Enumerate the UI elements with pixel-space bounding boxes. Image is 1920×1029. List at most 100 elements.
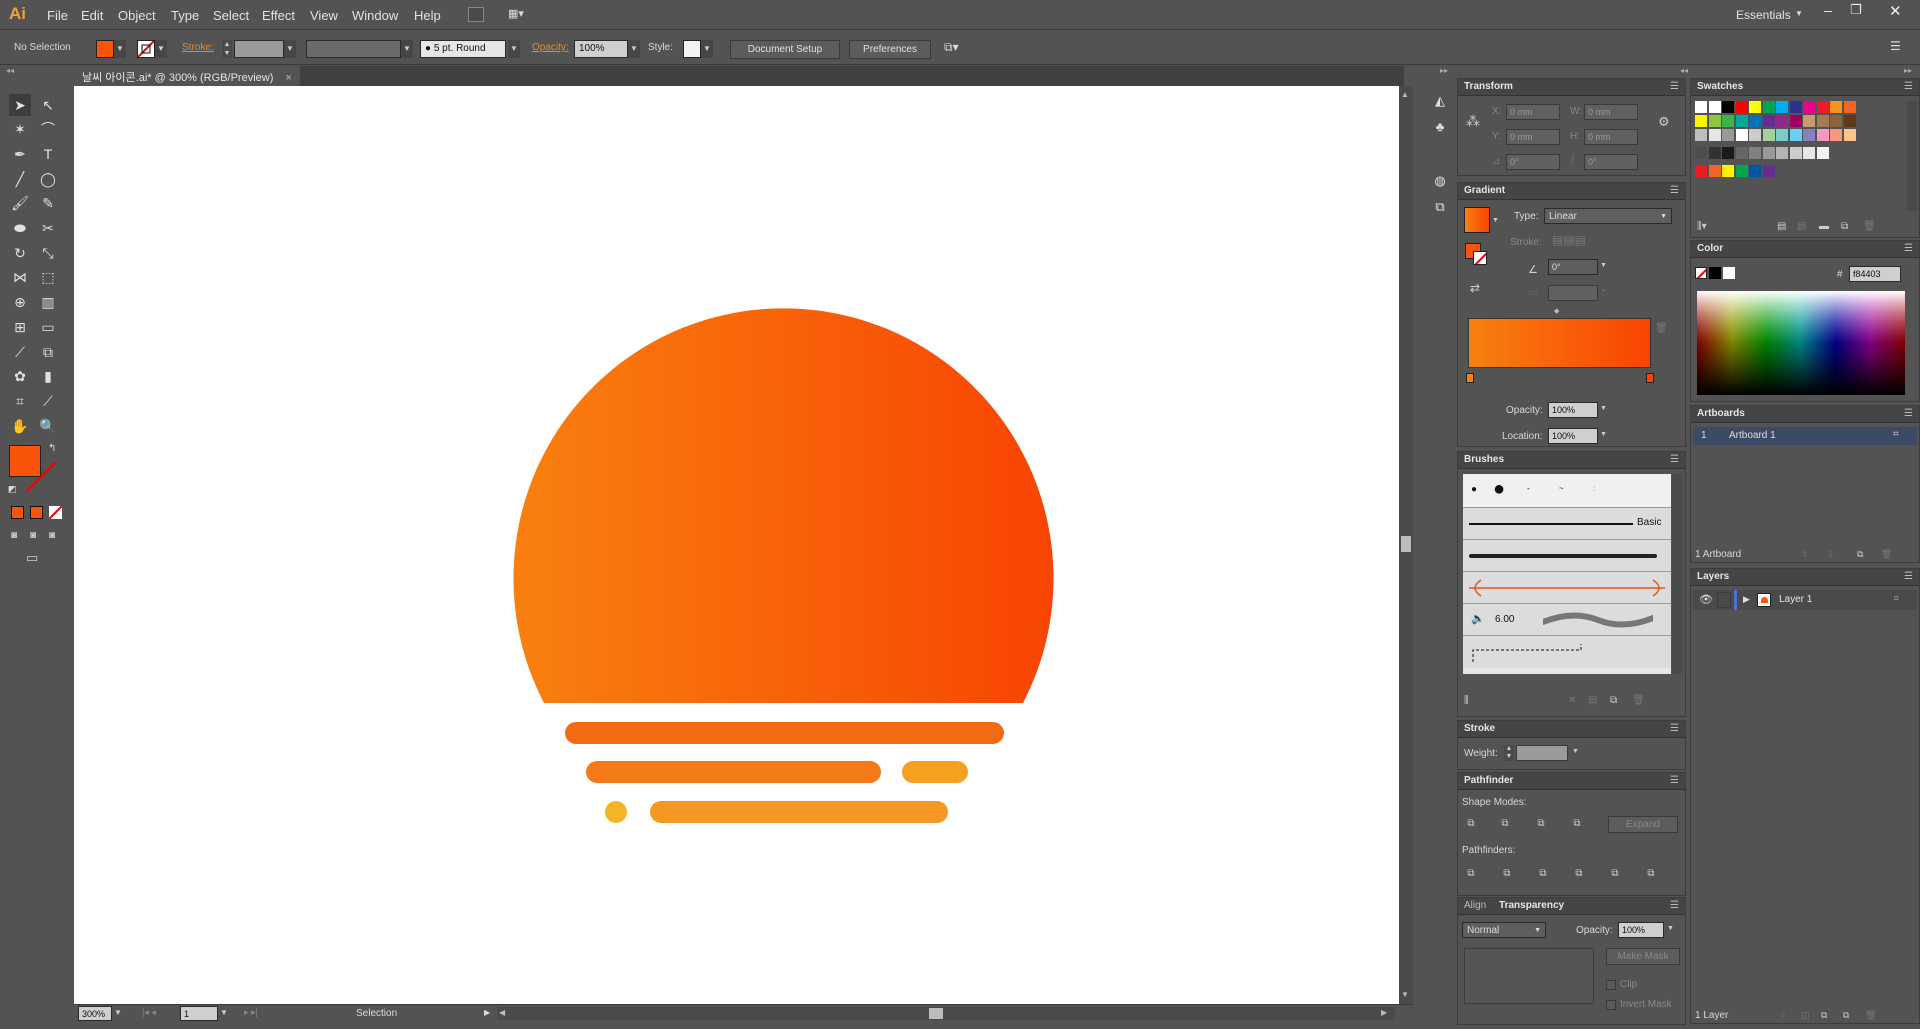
transparency-opacity-field[interactable]: 100% [1618, 922, 1664, 938]
swatch-cell[interactable] [1843, 101, 1856, 113]
symbols-icon[interactable]: ♣ [1429, 116, 1451, 138]
swatches-scrollbar[interactable] [1907, 101, 1917, 211]
swatch-cell[interactable] [1762, 101, 1775, 113]
horizon-bar-1[interactable] [565, 722, 1004, 744]
mask-thumbnail[interactable] [1464, 948, 1594, 1004]
swatch-cell[interactable] [1762, 115, 1775, 127]
swatch-cell[interactable] [1803, 101, 1815, 113]
swatch-cell[interactable] [1708, 101, 1721, 113]
color-black-icon[interactable] [1709, 267, 1721, 279]
swatch-cell[interactable] [1722, 101, 1734, 113]
gradient-swatch[interactable] [1464, 207, 1490, 233]
close-tab-icon[interactable]: × [285, 72, 291, 84]
graphic-style-swatch[interactable] [683, 40, 701, 58]
brush-tip-large-icon[interactable]: ● [1493, 478, 1505, 501]
swatch-cell[interactable] [1708, 147, 1721, 159]
new-color-group-icon[interactable]: ▬ [1819, 221, 1829, 232]
horizon-bar-4[interactable] [650, 801, 948, 823]
swatch-cell[interactable] [1722, 165, 1734, 177]
new-artboard-icon[interactable]: ⧉ [1857, 549, 1863, 560]
brush-tips-row[interactable]: ● ● - ~ : [1463, 474, 1671, 508]
move-up-icon[interactable]: ⇧ [1801, 549, 1809, 560]
panel-menu-icon[interactable]: ☰ [1904, 571, 1913, 582]
shear-field[interactable]: 0° [1584, 154, 1638, 170]
swatch-cell[interactable] [1749, 165, 1761, 177]
brush-options-icon[interactable]: ▤ [1588, 695, 1597, 706]
weight-field[interactable] [1516, 745, 1568, 761]
horizon-dot[interactable] [605, 801, 627, 823]
scroll-down-icon[interactable]: ▼ [1401, 990, 1409, 999]
color-stop-right[interactable] [1646, 373, 1654, 383]
w-field[interactable]: 0 mm [1584, 104, 1638, 120]
brush-pattern[interactable] [1463, 572, 1671, 604]
variable-width-profile[interactable] [306, 40, 401, 58]
swatch-cell[interactable] [1749, 101, 1761, 113]
swatch-cell[interactable] [1789, 147, 1802, 159]
divide-icon[interactable]: ⧉ [1464, 867, 1478, 881]
delete-swatch-icon[interactable]: 🗑 [1863, 221, 1876, 232]
merge-icon[interactable]: ⧉ [1536, 867, 1550, 881]
swatch-cell[interactable] [1816, 147, 1829, 159]
appearance-icon[interactable]: ◍ [1429, 170, 1451, 192]
lock-toggle[interactable] [1717, 592, 1731, 608]
swatch-cell[interactable] [1830, 115, 1842, 127]
menu-file[interactable]: File [47, 8, 68, 23]
gradient-swatch-dropdown-icon[interactable]: ▼ [1492, 217, 1499, 224]
swatch-cell[interactable] [1803, 115, 1815, 127]
stop-opacity-field[interactable]: 100% [1548, 402, 1598, 418]
swatch-cell[interactable] [1722, 147, 1734, 159]
style-dropdown-icon[interactable]: ▼ [701, 40, 713, 58]
swatch-cell[interactable] [1776, 147, 1788, 159]
swatch-cell[interactable] [1695, 165, 1707, 177]
hand-tool-icon[interactable]: ✋ [9, 415, 31, 437]
visibility-eye-icon[interactable]: 👁 [1699, 593, 1713, 606]
line-tool-icon[interactable]: ╱ [9, 168, 31, 190]
transparency-opacity-dropdown-icon[interactable]: ▼ [1667, 925, 1674, 932]
brush-list[interactable]: ● ● - ~ : Basic 🔈 6.00 [1463, 474, 1671, 674]
swatch-cell[interactable] [1695, 147, 1707, 159]
navigator-icon[interactable]: ◭ [1429, 90, 1451, 112]
status-tool-display[interactable]: Selection [356, 1008, 397, 1019]
swatch-cell[interactable] [1695, 129, 1707, 141]
swatch-options-icon[interactable]: ▤ [1797, 221, 1806, 232]
free-transform-tool-icon[interactable]: ⬚ [37, 266, 59, 288]
opacity-field[interactable]: 100% [574, 40, 628, 58]
crop-icon[interactable]: ⧉ [1572, 867, 1586, 881]
rotate-field[interactable]: 0° [1506, 154, 1560, 170]
lasso-tool-icon[interactable]: ⌒ [37, 118, 59, 140]
make-mask-button[interactable]: Make Mask [1606, 948, 1680, 965]
swatch-cell[interactable] [1776, 129, 1788, 141]
swatch-cell[interactable] [1816, 115, 1829, 127]
swatch-cell[interactable] [1735, 101, 1748, 113]
color-none-icon[interactable] [1695, 267, 1707, 279]
brush-charcoal[interactable] [1463, 540, 1671, 572]
scroll-right-icon[interactable]: ▶ [1381, 1008, 1387, 1017]
trim-icon[interactable]: ⧉ [1500, 867, 1514, 881]
swatch-cell[interactable] [1749, 147, 1761, 159]
collapse-right-icon[interactable]: ▸▸ [1904, 66, 1912, 75]
draw-inside-icon[interactable]: ◙ [49, 530, 55, 541]
swatch-cell[interactable] [1803, 147, 1815, 159]
delete-brush-icon[interactable]: 🗑 [1632, 695, 1645, 706]
horizontal-scroll-thumb[interactable] [929, 1008, 943, 1019]
brush-dashed-art[interactable] [1463, 636, 1671, 668]
zoom-dropdown-icon[interactable]: ▼ [114, 1008, 122, 1017]
target-icon[interactable]: ○ [1893, 593, 1899, 604]
graph-tool-icon[interactable]: ▥ [37, 291, 59, 313]
artboard-canvas[interactable] [74, 86, 1399, 1004]
profile-dropdown-icon[interactable]: ▼ [401, 40, 413, 58]
artboard-row[interactable]: 1 Artboard 1 ⌗ [1693, 427, 1917, 445]
control-panel-menu-icon[interactable]: ☰ [1890, 39, 1901, 53]
make-clipping-mask-icon[interactable]: ◫ [1801, 1010, 1810, 1021]
stroke-weight-dropdown-icon[interactable]: ▼ [284, 40, 296, 58]
transparency-tab[interactable]: Transparency [1499, 900, 1564, 911]
new-swatch-icon[interactable]: ⧉ [1841, 221, 1848, 232]
delete-stop-icon[interactable]: 🗑 [1655, 323, 1668, 334]
first-artboard-icon[interactable]: |◂ ◂ [142, 1007, 156, 1018]
pencil-tool-icon[interactable]: ✎ [37, 192, 59, 214]
minimize-icon[interactable]: – [1824, 2, 1832, 18]
artboard-tool-icon[interactable]: ⌗ [9, 390, 31, 412]
reverse-gradient-icon[interactable]: ⇄ [1470, 281, 1480, 295]
draw-behind-icon[interactable]: ◙ [30, 530, 36, 541]
preferences-button[interactable]: Preferences [849, 40, 931, 59]
